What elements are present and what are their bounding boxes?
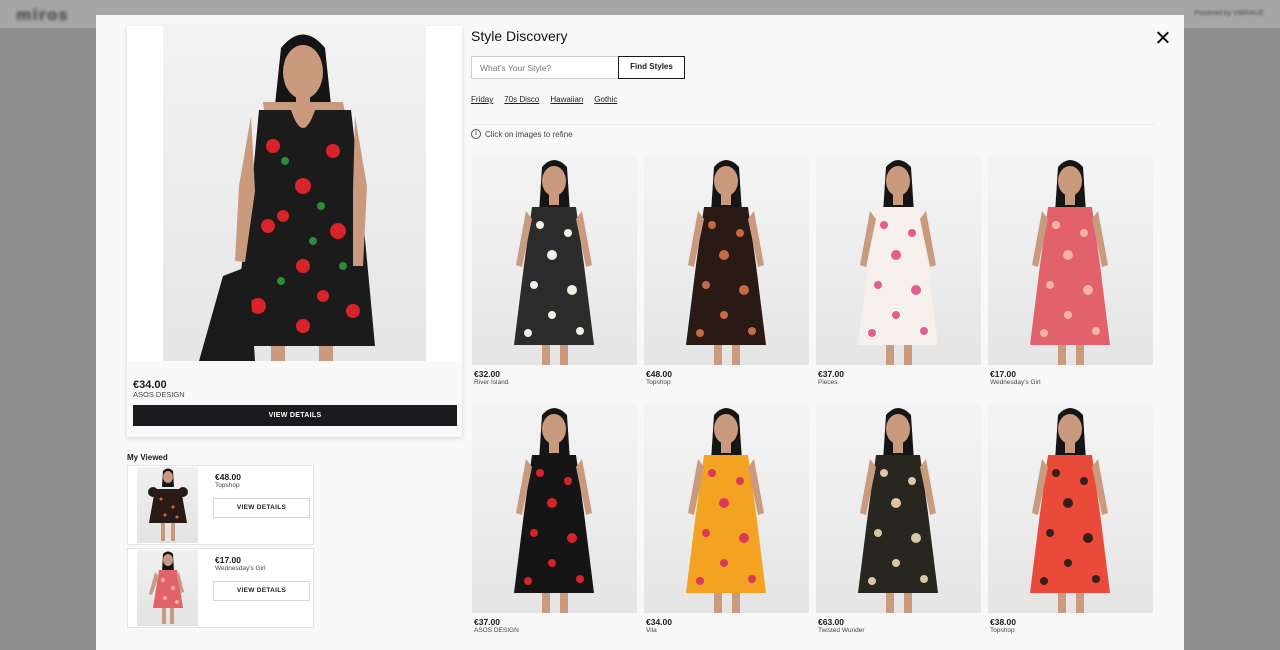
result-image[interactable]	[472, 403, 637, 613]
result-brand: River Island	[474, 379, 509, 386]
viewed-item-price: €48.00	[215, 472, 241, 482]
selected-product-image-area[interactable]	[127, 26, 462, 361]
result-image[interactable]	[644, 155, 809, 365]
refine-hint: i Click on images to refine	[471, 129, 573, 139]
selected-product-card: €34.00 ASOS DESIGN VIEW DETAILS	[127, 26, 462, 437]
result-price: €34.00	[646, 617, 672, 627]
viewed-item-brand: Wednesday's Girl	[215, 565, 266, 572]
viewed-item: €48.00 Topshop VIEW DETAILS	[127, 465, 314, 545]
divider	[471, 124, 1155, 125]
result-brand: Vila	[646, 627, 657, 634]
result-image[interactable]	[472, 155, 637, 365]
result-price: €48.00	[646, 369, 672, 379]
close-icon[interactable]	[1152, 27, 1174, 49]
result-tile[interactable]: €32.00 River Island	[472, 155, 637, 395]
viewed-item-image[interactable]	[137, 467, 198, 543]
result-model-figure	[686, 160, 766, 365]
refine-hint-text: Click on images to refine	[485, 129, 573, 139]
result-model-figure	[1030, 160, 1110, 365]
result-price: €32.00	[474, 369, 500, 379]
result-model-figure	[686, 408, 766, 613]
page-title: Style Discovery	[471, 28, 568, 44]
result-image[interactable]	[816, 403, 981, 613]
viewed-item-price: €17.00	[215, 555, 241, 565]
result-brand: Topshop	[646, 379, 671, 386]
style-search-input[interactable]	[471, 56, 618, 79]
product-model-figure	[199, 34, 375, 361]
result-tile[interactable]: €17.00 Wednesday's Girl	[988, 155, 1153, 395]
result-brand: Twisted Wunder	[818, 627, 865, 634]
viewed-item-view-details-button[interactable]: VIEW DETAILS	[213, 581, 310, 601]
result-image[interactable]	[988, 155, 1153, 365]
find-styles-button[interactable]: Find Styles	[618, 56, 685, 79]
result-model-figure	[858, 160, 938, 365]
my-viewed-title: My Viewed	[127, 453, 168, 462]
viewed-item-figure	[148, 468, 188, 541]
result-model-figure	[514, 408, 594, 613]
style-suggestions: Friday 70s Disco Hawaiian Gothic	[471, 95, 617, 107]
result-price: €17.00	[990, 369, 1016, 379]
viewed-item-figure	[149, 551, 184, 624]
selected-product-brand: ASOS DESIGN	[133, 390, 185, 399]
selected-product-image[interactable]	[163, 26, 426, 361]
selected-product-info: €34.00 ASOS DESIGN VIEW DETAILS	[127, 361, 462, 437]
viewed-item: €17.00 Wednesday's Girl VIEW DETAILS	[127, 548, 314, 628]
result-price: €63.00	[818, 617, 844, 627]
result-tile[interactable]: €48.00 Topshop	[644, 155, 809, 395]
result-tile[interactable]: €37.00 ASOS DESIGN	[472, 403, 637, 643]
style-chip[interactable]: Gothic	[594, 95, 617, 107]
result-price: €38.00	[990, 617, 1016, 627]
result-model-figure	[514, 160, 594, 365]
result-tile[interactable]: €34.00 Vila	[644, 403, 809, 643]
result-image[interactable]	[816, 155, 981, 365]
style-chip[interactable]: Hawaiian	[550, 95, 583, 107]
result-brand: Wednesday's Girl	[990, 379, 1041, 386]
powered-by-label: Powered by VIBRAUE	[1194, 10, 1264, 17]
result-price: €37.00	[474, 617, 500, 627]
result-brand: ASOS DESIGN	[474, 627, 519, 634]
viewed-item-image[interactable]	[137, 550, 198, 626]
style-discovery-modal: €34.00 ASOS DESIGN VIEW DETAILS My Viewe…	[96, 15, 1184, 650]
result-image[interactable]	[988, 403, 1153, 613]
result-image[interactable]	[644, 403, 809, 613]
viewed-item-brand: Topshop	[215, 482, 240, 489]
result-price: €37.00	[818, 369, 844, 379]
view-details-button[interactable]: VIEW DETAILS	[133, 405, 457, 426]
result-model-figure	[858, 408, 938, 613]
result-brand: Pieces	[818, 379, 838, 386]
result-tile[interactable]: €37.00 Pieces	[816, 155, 981, 395]
style-chip[interactable]: Friday	[471, 95, 493, 107]
result-tile[interactable]: €38.00 Topshop	[988, 403, 1153, 643]
result-brand: Topshop	[990, 627, 1015, 634]
style-chip[interactable]: 70s Disco	[504, 95, 539, 107]
result-model-figure	[1030, 408, 1110, 613]
result-tile[interactable]: €63.00 Twisted Wunder	[816, 403, 981, 643]
site-logo: miros	[16, 6, 69, 24]
info-icon: i	[471, 129, 481, 139]
viewed-item-view-details-button[interactable]: VIEW DETAILS	[213, 498, 310, 518]
